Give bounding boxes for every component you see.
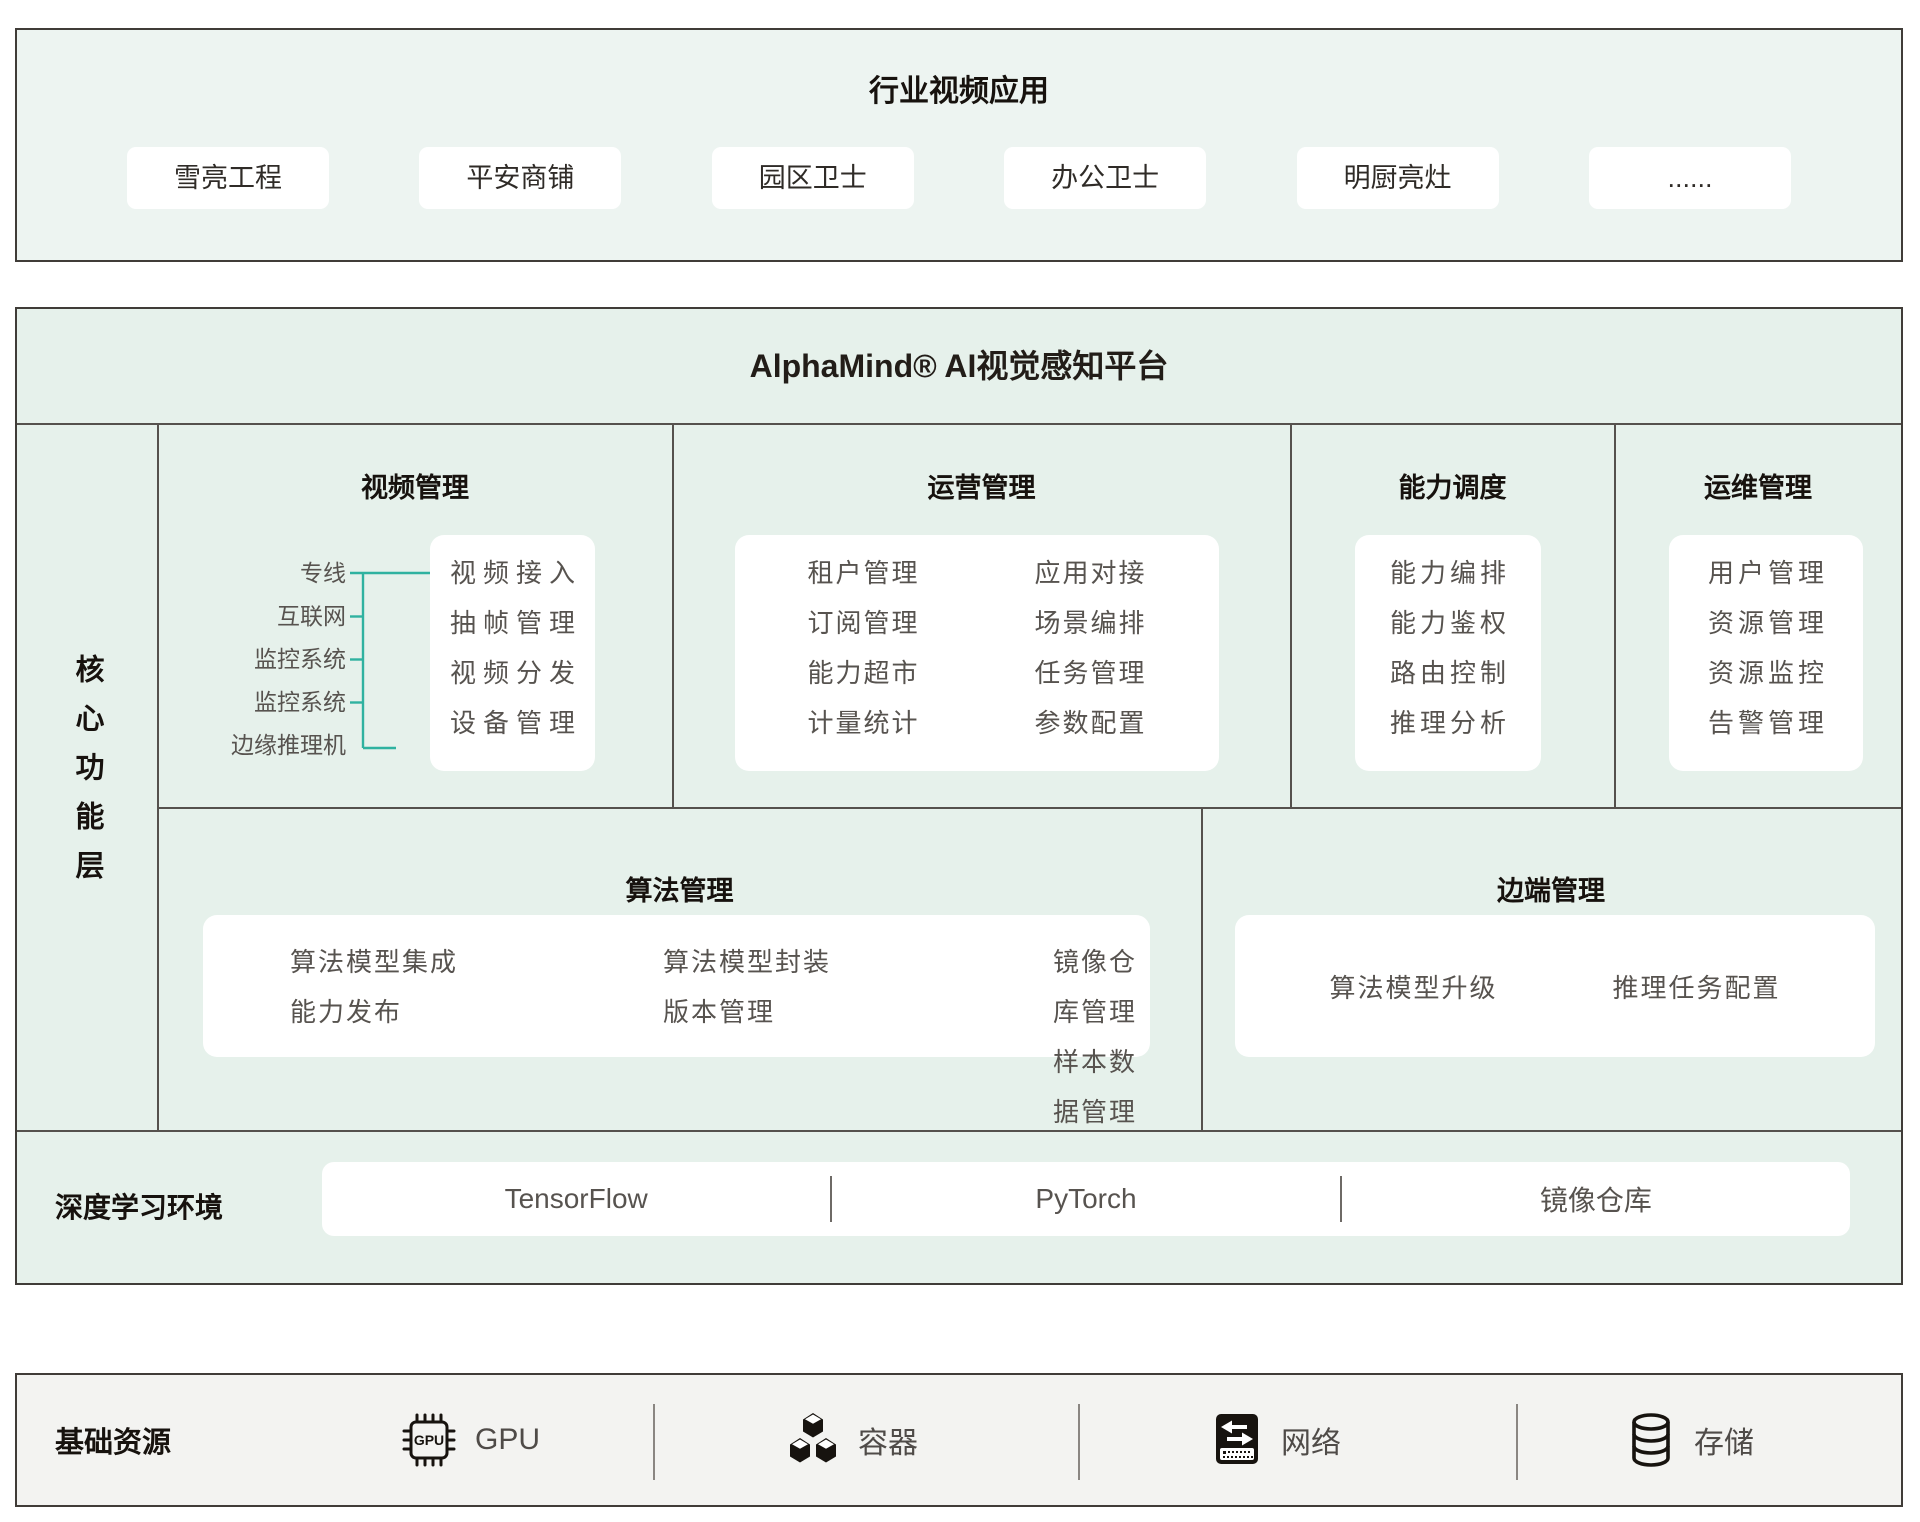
- edge-functions-card: 算法模型升级 推理任务配置: [1235, 915, 1875, 1057]
- function-item: 参数配置: [1035, 698, 1147, 748]
- divider-row-2: [17, 1130, 1901, 1132]
- function-item: 资源监控: [1669, 648, 1863, 698]
- function-item: 样本数据管理: [1053, 1037, 1150, 1137]
- storage-icon: [1625, 1411, 1677, 1469]
- gpu-icon: GPU: [400, 1411, 458, 1469]
- section-capability-scheduling: 能力调度 能力编排 能力鉴权 路由控制 推理分析: [1291, 423, 1614, 807]
- section-om-management: 运维管理 用户管理 资源管理 资源监控 告警管理: [1615, 423, 1901, 807]
- infra-item-label: GPU: [475, 1423, 540, 1457]
- function-item: 算法模型封装: [663, 937, 831, 987]
- function-item: 资源管理: [1669, 598, 1863, 648]
- function-item: 抽帧管理: [430, 598, 595, 648]
- section-title: 视频管理: [158, 466, 672, 505]
- infra-item-storage: 存储: [1625, 1375, 1754, 1505]
- app-pill: 雪亮工程: [127, 147, 329, 209]
- infrastructure-label: 基础资源: [55, 1375, 171, 1505]
- dl-framework: PyTorch: [832, 1162, 1340, 1236]
- dl-framework: 镜像仓库: [1342, 1162, 1850, 1236]
- infra-item-container: 容器: [785, 1375, 918, 1505]
- function-item: 能力发布: [290, 987, 458, 1037]
- video-source-labels: 专线 互联网 监控系统 监控系统 边缘推理机: [188, 552, 346, 767]
- infra-item-label: 容器: [858, 1418, 918, 1462]
- app-pill-row: 雪亮工程 平安商铺 园区卫士 办公卫士 明厨亮灶 ......: [17, 147, 1901, 209]
- function-item: 能力超市: [807, 648, 919, 698]
- video-source: 专线: [188, 552, 346, 595]
- function-item: 能力编排: [1355, 548, 1541, 598]
- video-source: 边缘推理机: [188, 724, 346, 767]
- platform-title: AlphaMind® AI视觉感知平台: [17, 309, 1901, 423]
- operations-col-2: 应用对接 场景编排 任务管理 参数配置: [1035, 548, 1147, 771]
- algorithm-functions-card: 算法模型集成 能力发布 算法模型封装 版本管理 镜像仓库管理 样本数据管理: [203, 915, 1150, 1057]
- connector-lines-icon: [350, 552, 430, 767]
- deep-learning-card: TensorFlow PyTorch 镜像仓库: [322, 1162, 1850, 1236]
- function-item: 算法模型升级: [1329, 968, 1497, 1005]
- core-layer-label: 核心功能层: [66, 654, 108, 899]
- algorithm-col-1: 算法模型集成 能力发布: [290, 937, 458, 1037]
- function-item: 告警管理: [1669, 698, 1863, 748]
- container-icon: [785, 1412, 841, 1468]
- infrastructure-panel: 基础资源 GPU GPU 容器: [15, 1373, 1903, 1507]
- function-item: 订阅管理: [807, 598, 919, 648]
- infra-item-gpu: GPU GPU: [400, 1375, 540, 1505]
- function-item: 用户管理: [1669, 548, 1863, 598]
- app-pill: 平安商铺: [419, 147, 621, 209]
- section-title: 运维管理: [1615, 466, 1901, 505]
- industry-apps-panel: 行业视频应用 雪亮工程 平安商铺 园区卫士 办公卫士 明厨亮灶 ......: [15, 28, 1903, 262]
- function-item: 租户管理: [807, 548, 919, 598]
- video-functions-card: 视频接入 抽帧管理 视频分发 设备管理: [430, 535, 595, 771]
- function-item: 视频接入: [430, 548, 595, 598]
- section-title: 运营管理: [673, 466, 1290, 505]
- algorithm-col-3: 镜像仓库管理 样本数据管理: [1053, 937, 1150, 1137]
- infra-item-network: 网络: [1210, 1375, 1341, 1505]
- deep-learning-label: 深度学习环境: [55, 1130, 223, 1281]
- function-item: 场景编排: [1035, 598, 1147, 648]
- function-item: 镜像仓库管理: [1053, 937, 1150, 1037]
- function-item: 任务管理: [1035, 648, 1147, 698]
- function-item: 设备管理: [430, 698, 595, 748]
- section-title: 算法管理: [158, 869, 1201, 908]
- scheduling-functions-card: 能力编排 能力鉴权 路由控制 推理分析: [1355, 535, 1541, 771]
- video-source: 监控系统: [188, 681, 346, 724]
- industry-apps-title: 行业视频应用: [17, 66, 1901, 110]
- function-item: 推理任务配置: [1613, 968, 1781, 1005]
- function-item: 应用对接: [1035, 548, 1147, 598]
- network-icon: [1210, 1412, 1264, 1468]
- app-pill: 办公卫士: [1004, 147, 1206, 209]
- svg-text:GPU: GPU: [414, 1432, 444, 1448]
- function-item: 推理分析: [1355, 698, 1541, 748]
- algorithm-col-2: 算法模型封装 版本管理: [663, 937, 831, 1037]
- om-functions-card: 用户管理 资源管理 资源监控 告警管理: [1669, 535, 1863, 771]
- infra-item-label: 网络: [1281, 1418, 1341, 1462]
- function-item: 能力鉴权: [1355, 598, 1541, 648]
- section-operations-management: 运营管理 租户管理 订阅管理 能力超市 计量统计 应用对接 场景编排 任务管理 …: [673, 423, 1290, 807]
- operations-col-1: 租户管理 订阅管理 能力超市 计量统计: [807, 548, 919, 771]
- core-layer-sidebar: 核心功能层: [17, 423, 157, 1130]
- infra-item-label: 存储: [1694, 1418, 1754, 1462]
- platform-panel: AlphaMind® AI视觉感知平台 核心功能层 视频管理 专线 互联网 监控…: [15, 307, 1903, 1285]
- app-pill: 园区卫士: [712, 147, 914, 209]
- video-source: 监控系统: [188, 638, 346, 681]
- function-item: 版本管理: [663, 987, 831, 1037]
- function-item: 路由控制: [1355, 648, 1541, 698]
- function-item: 算法模型集成: [290, 937, 458, 987]
- section-algorithm-management: 算法管理 算法模型集成 能力发布 算法模型封装 版本管理 镜像仓库管理 样本数据…: [158, 807, 1201, 1130]
- function-item: 计量统计: [807, 698, 919, 748]
- dl-framework: TensorFlow: [322, 1162, 830, 1236]
- section-video-management: 视频管理 专线 互联网 监控系统 监控系统 边缘推理机 视频接入 抽帧管理 视频…: [158, 423, 672, 807]
- divider-infra-1: [653, 1404, 655, 1480]
- app-pill: 明厨亮灶: [1297, 147, 1499, 209]
- section-title: 边端管理: [1201, 869, 1901, 908]
- function-item: 视频分发: [430, 648, 595, 698]
- section-edge-management: 边端管理 算法模型升级 推理任务配置: [1201, 807, 1901, 1130]
- divider-infra-3: [1516, 1404, 1518, 1480]
- operations-functions-card: 租户管理 订阅管理 能力超市 计量统计 应用对接 场景编排 任务管理 参数配置: [735, 535, 1219, 771]
- section-title: 能力调度: [1291, 466, 1614, 505]
- video-source: 互联网: [188, 595, 346, 638]
- app-pill-more: ......: [1589, 147, 1791, 209]
- divider-infra-2: [1078, 1404, 1080, 1480]
